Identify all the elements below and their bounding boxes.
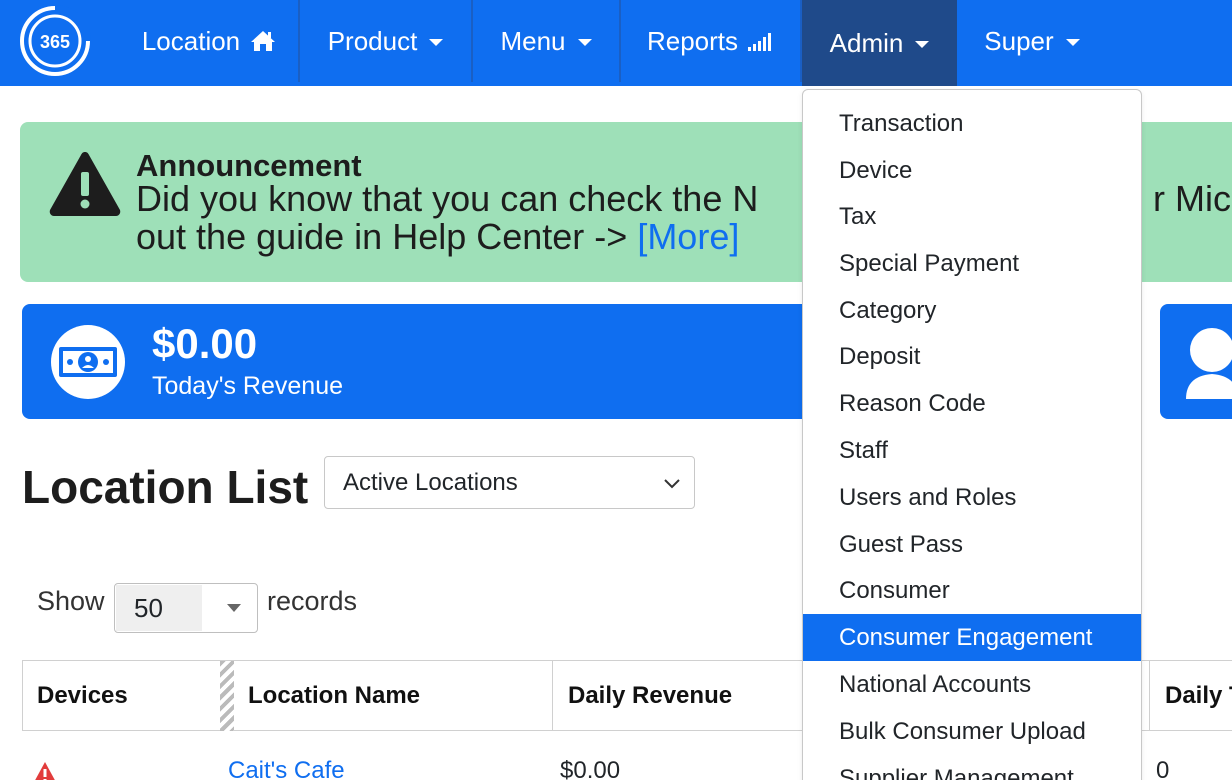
caret-down-icon	[577, 38, 592, 46]
caret-down-icon	[227, 604, 241, 612]
location-filter-select[interactable]: Active Locations	[324, 456, 695, 509]
menu-item-reason-code[interactable]: Reason Code	[803, 380, 1141, 427]
signal-bars-icon	[748, 31, 774, 51]
nav-product[interactable]: Product	[300, 0, 471, 82]
daily-revenue-cell: $0.00	[560, 757, 621, 780]
nav-menu[interactable]: Menu	[473, 0, 619, 82]
nav-reports-label: Reports	[646, 25, 739, 56]
user-stat-card[interactable]	[1160, 304, 1232, 419]
announcement-more-link[interactable]: [More]	[637, 216, 739, 257]
admin-dropdown-menu: Transaction Device Tax Special Payment C…	[802, 89, 1142, 780]
money-bill-icon	[51, 325, 125, 399]
nav-reports[interactable]: Reports	[621, 0, 800, 82]
menu-item-special-payment[interactable]: Special Payment	[803, 240, 1141, 287]
menu-item-deposit[interactable]: Deposit	[803, 333, 1141, 380]
location-filter-value: Active Locations	[343, 468, 518, 496]
nav-menu-label: Menu	[500, 25, 566, 56]
column-resize-handle[interactable]	[220, 661, 234, 731]
records-per-page-value: 50	[116, 585, 202, 631]
nav-admin[interactable]: Admin	[802, 0, 957, 86]
announcement-text-tail: r Micr	[1153, 178, 1232, 219]
nav-admin-label: Admin	[829, 27, 904, 58]
announcement-text-line2: out the guide in Help Center ->	[136, 216, 638, 257]
caret-down-icon	[429, 38, 444, 46]
nav-location-label: Location	[141, 25, 241, 56]
menu-item-tax[interactable]: Tax	[803, 193, 1141, 240]
column-header-daily-revenue[interactable]: Daily Revenue	[553, 661, 803, 731]
daily-t-cell: 0	[1156, 757, 1170, 780]
top-navbar: 365 Location Product Menu Reports Admin …	[0, 0, 1232, 86]
device-warning-icon[interactable]	[32, 761, 58, 780]
menu-item-consumer-engagement[interactable]: Consumer Engagement	[803, 614, 1141, 661]
menu-item-staff[interactable]: Staff	[803, 427, 1141, 474]
nav-super[interactable]: Super	[962, 0, 1102, 82]
menu-item-transaction[interactable]: Transaction	[803, 100, 1141, 147]
records-label: records	[267, 586, 358, 616]
column-header-devices[interactable]: Devices	[22, 661, 220, 731]
logo-365[interactable]: 365	[18, 4, 96, 82]
chevron-down-icon	[664, 479, 680, 489]
location-name-link[interactable]: Cait's Cafe	[228, 757, 345, 780]
menu-item-national-accounts[interactable]: National Accounts	[803, 661, 1141, 708]
menu-item-consumer[interactable]: Consumer	[803, 567, 1141, 614]
menu-item-users-and-roles[interactable]: Users and Roles	[803, 474, 1141, 521]
nav-super-label: Super	[984, 25, 1054, 56]
menu-item-guest-pass[interactable]: Guest Pass	[803, 521, 1141, 568]
revenue-label: Today's Revenue	[152, 372, 344, 400]
home-icon	[250, 30, 276, 52]
logo-text: 365	[40, 32, 70, 52]
menu-item-supplier-management[interactable]: Supplier Management	[803, 755, 1141, 780]
revenue-amount: $0.00	[152, 320, 258, 367]
column-header-daily-t[interactable]: Daily T	[1150, 661, 1232, 731]
menu-item-category[interactable]: Category	[803, 287, 1141, 334]
show-label: Show	[37, 586, 105, 616]
caret-down-icon	[915, 40, 930, 48]
nav-product-label: Product	[327, 25, 418, 56]
warning-triangle-icon	[49, 152, 121, 216]
caret-down-icon	[1065, 38, 1080, 46]
records-per-page-select[interactable]: 50	[114, 583, 258, 633]
menu-item-device[interactable]: Device	[803, 147, 1141, 194]
menu-item-bulk-consumer-upload[interactable]: Bulk Consumer Upload	[803, 708, 1141, 755]
location-list-title: Location List	[22, 461, 309, 513]
user-icon	[1186, 328, 1232, 399]
todays-revenue-card[interactable]: $0.00 Today's Revenue	[22, 304, 822, 419]
column-header-location-name[interactable]: Location Name	[233, 661, 553, 731]
announcement-text-line1: Did you know that you can check the N	[136, 178, 759, 219]
nav-location[interactable]: Location	[120, 0, 298, 82]
